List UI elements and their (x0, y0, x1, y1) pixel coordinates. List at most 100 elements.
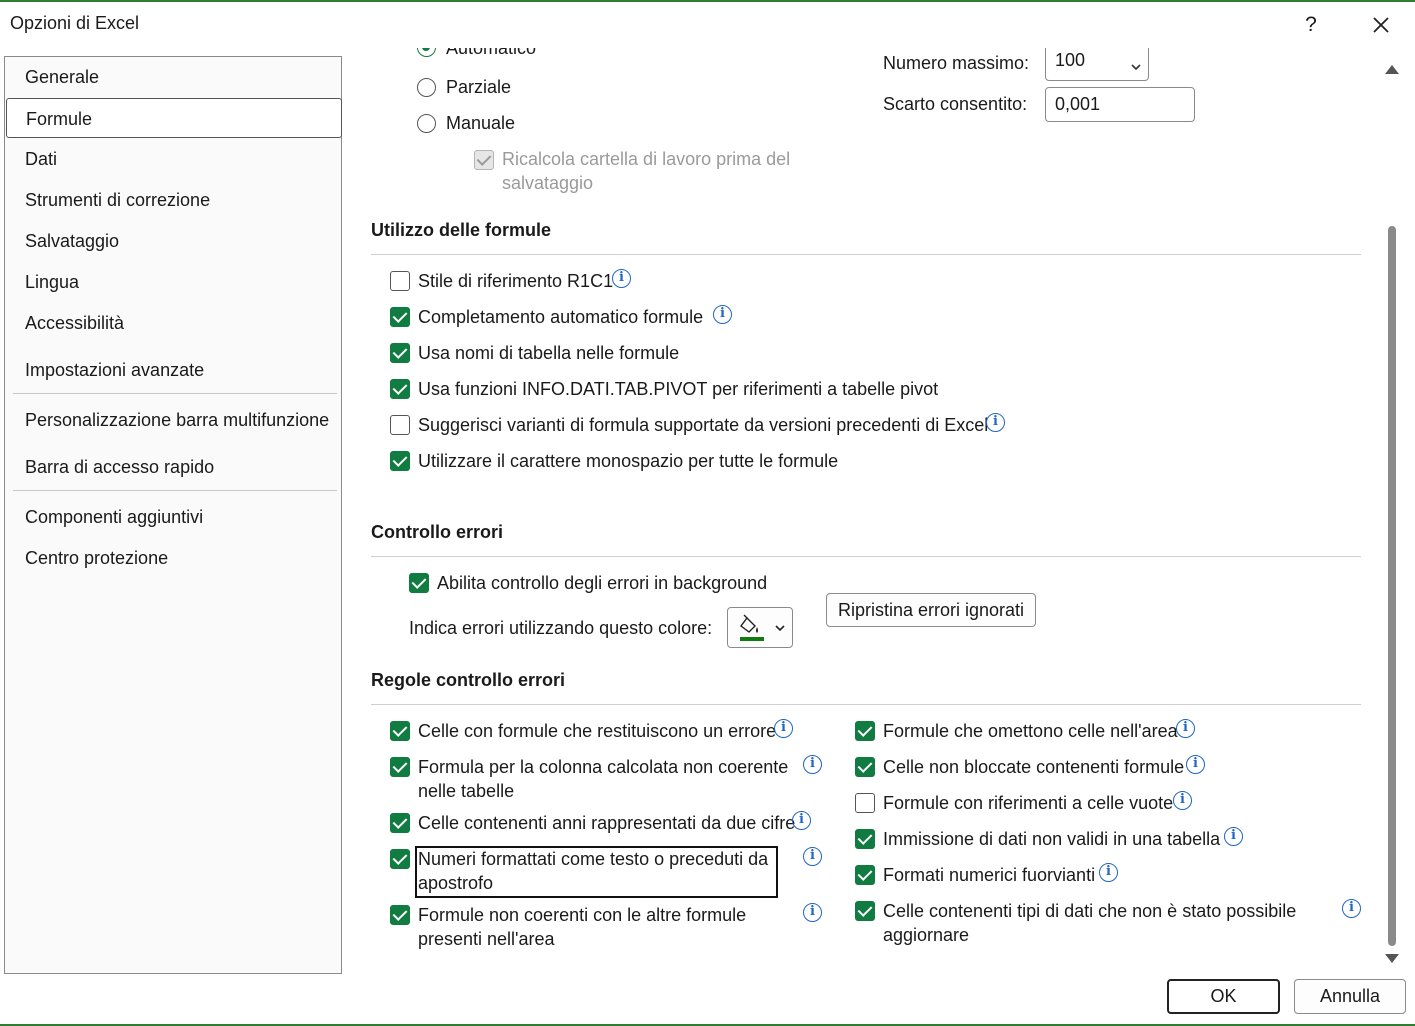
sidebar-item-formule[interactable]: Formule (6, 98, 342, 138)
options-content-pane: Automatico Parziale Manuale Ricalcola ca… (352, 48, 1382, 972)
sidebar-item-impostazioni-avanzate[interactable]: Impostazioni avanzate (6, 350, 342, 390)
getpivotdata-checkbox[interactable] (390, 379, 410, 399)
sidebar-item-accessibilita[interactable]: Accessibilità (6, 303, 342, 343)
close-button[interactable] (1364, 8, 1398, 42)
radio-partial-label: Parziale (446, 77, 512, 97)
getpivotdata-label: Usa funzioni INFO.DATI.TAB.PIVOT per rif… (418, 379, 939, 399)
content-scrollbar[interactable] (1380, 56, 1404, 972)
sidebar-item-dati[interactable]: Dati (6, 139, 342, 179)
radio-manual[interactable] (417, 114, 436, 133)
max-change-input[interactable]: 0,001 (1045, 87, 1195, 122)
rule-error-formulas-checkbox[interactable] (390, 721, 410, 741)
sidebar-item-generale[interactable]: Generale (6, 57, 342, 97)
max-iterations-spinner[interactable]: 100 (1045, 48, 1149, 81)
category-sidebar: Generale Formule Dati Strumenti di corre… (4, 56, 342, 974)
close-icon (1373, 17, 1389, 33)
rule-inconsistent-region-label: Formule non coerenti con le altre formul… (418, 905, 747, 949)
max-change-label: Scarto consentito: (883, 94, 1028, 114)
rule-unlocked-formulas-checkbox[interactable] (855, 757, 875, 777)
error-color-picker[interactable] (727, 607, 793, 648)
sidebar-item-lingua[interactable]: Lingua (6, 262, 342, 302)
rule-inconsistent-column-label: Formula per la colonna calcolata non coe… (418, 757, 789, 801)
sidebar-item-centro-protezione[interactable]: Centro protezione (6, 538, 342, 578)
rule-unlocked-formulas-label: Celle non bloccate contenenti formule (883, 757, 1185, 777)
info-icon[interactable]: i (774, 719, 793, 738)
table-names-label: Usa nomi di tabella nelle formule (418, 343, 680, 363)
cancel-button[interactable]: Annulla (1294, 979, 1406, 1014)
info-icon[interactable]: i (803, 903, 822, 922)
info-icon[interactable]: i (1173, 791, 1192, 810)
scroll-down-icon[interactable] (1385, 954, 1399, 963)
formula-autocomplete-checkbox[interactable] (390, 307, 410, 327)
rule-omit-cells-label: Formule che omettono celle nell'area (883, 721, 1178, 741)
background-error-checking-checkbox[interactable] (409, 573, 429, 593)
sidebar-divider (13, 393, 337, 394)
info-icon[interactable]: i (1176, 719, 1195, 738)
recalc-before-save-label: Ricalcola cartella di lavoro prima del s… (502, 149, 791, 193)
formulas-section-divider (371, 254, 1361, 255)
rule-numbers-as-text-label: Numeri formattati come testo o preceduti… (418, 849, 769, 893)
info-icon[interactable]: i (1342, 899, 1361, 918)
rule-two-digit-years-label: Celle contenenti anni rappresentati da d… (418, 813, 796, 833)
sidebar-item-strumenti-correzione[interactable]: Strumenti di correzione (6, 180, 342, 220)
r1c1-checkbox[interactable] (390, 271, 410, 291)
sidebar-item-salvataggio[interactable]: Salvataggio (6, 221, 342, 261)
info-icon[interactable]: i (1186, 755, 1205, 774)
radio-automatic-label: Automatico (446, 48, 537, 58)
info-icon[interactable]: i (792, 811, 811, 830)
ok-button[interactable]: OK (1167, 979, 1280, 1014)
rule-inconsistent-region-checkbox[interactable] (390, 905, 410, 925)
table-names-checkbox[interactable] (390, 343, 410, 363)
max-iterations-label: Numero massimo: (883, 53, 1030, 73)
rule-data-types-refresh-checkbox[interactable] (855, 901, 875, 921)
info-icon[interactable]: i (1099, 863, 1118, 882)
radio-partial[interactable] (417, 78, 436, 97)
error-checking-section-title: Controllo errori (371, 522, 504, 542)
rule-empty-refs-checkbox[interactable] (855, 793, 875, 813)
error-color-label: Indica errori utilizzando questo colore: (409, 618, 713, 638)
sidebar-item-barra-accesso-rapido[interactable]: Barra di accesso rapido (6, 447, 342, 487)
rule-two-digit-years-checkbox[interactable] (390, 813, 410, 833)
formula-autocomplete-label: Completamento automatico formule (418, 307, 704, 327)
error-rules-section-title: Regole controllo errori (371, 670, 566, 690)
radio-manual-label: Manuale (446, 113, 516, 133)
info-icon[interactable]: i (986, 413, 1005, 432)
info-icon[interactable]: i (713, 305, 732, 324)
legacy-formula-suggest-label: Suggerisci varianti di formula supportat… (418, 415, 989, 435)
scrollbar-thumb[interactable] (1388, 226, 1396, 946)
recalc-before-save-checkbox[interactable] (474, 150, 494, 170)
error-checking-section-divider (371, 556, 1361, 557)
rule-misleading-formats-checkbox[interactable] (855, 865, 875, 885)
rule-invalid-table-data-checkbox[interactable] (855, 829, 875, 849)
max-iterations-value: 100 (1055, 50, 1086, 70)
sidebar-divider (13, 490, 337, 491)
rule-omit-cells-checkbox[interactable] (855, 721, 875, 741)
rule-error-formulas-label: Celle con formule che restituiscono un e… (418, 721, 777, 741)
info-icon[interactable]: i (803, 755, 822, 774)
sidebar-item-componenti-aggiuntivi[interactable]: Componenti aggiuntivi (6, 497, 342, 537)
error-rules-section-divider (371, 704, 1361, 705)
info-icon[interactable]: i (803, 847, 822, 866)
paint-bucket-icon (740, 614, 764, 641)
monospace-font-label: Utilizzare il carattere monospazio per t… (418, 451, 839, 471)
legacy-formula-suggest-checkbox[interactable] (390, 415, 410, 435)
rule-misleading-formats-label: Formati numerici fuorvianti (883, 865, 1096, 885)
sidebar-item-personalizzazione-barra[interactable]: Personalizzazione barra multifunzione (6, 400, 342, 440)
rule-empty-refs-label: Formule con riferimenti a celle vuote (883, 793, 1174, 813)
background-error-checking-label: Abilita controllo degli errori in backgr… (437, 573, 768, 593)
help-button[interactable]: ? (1296, 10, 1326, 40)
window-title: Opzioni di Excel (10, 13, 140, 33)
title-bar: Opzioni di Excel ? (0, 2, 1415, 46)
info-icon[interactable]: i (1224, 827, 1243, 846)
info-icon[interactable]: i (612, 269, 631, 288)
chevron-down-icon (775, 625, 785, 632)
rule-numbers-as-text-checkbox[interactable] (390, 849, 410, 869)
formulas-section-title: Utilizzo delle formule (371, 220, 552, 240)
reset-ignored-errors-button[interactable]: Ripristina errori ignorati (826, 593, 1036, 627)
radio-automatic[interactable] (417, 48, 436, 57)
monospace-font-checkbox[interactable] (390, 451, 410, 471)
rule-inconsistent-column-checkbox[interactable] (390, 757, 410, 777)
rule-invalid-table-data-label: Immissione di dati non validi in una tab… (883, 829, 1221, 849)
scroll-up-icon[interactable] (1385, 65, 1399, 74)
r1c1-label: Stile di riferimento R1C1 (418, 271, 614, 291)
